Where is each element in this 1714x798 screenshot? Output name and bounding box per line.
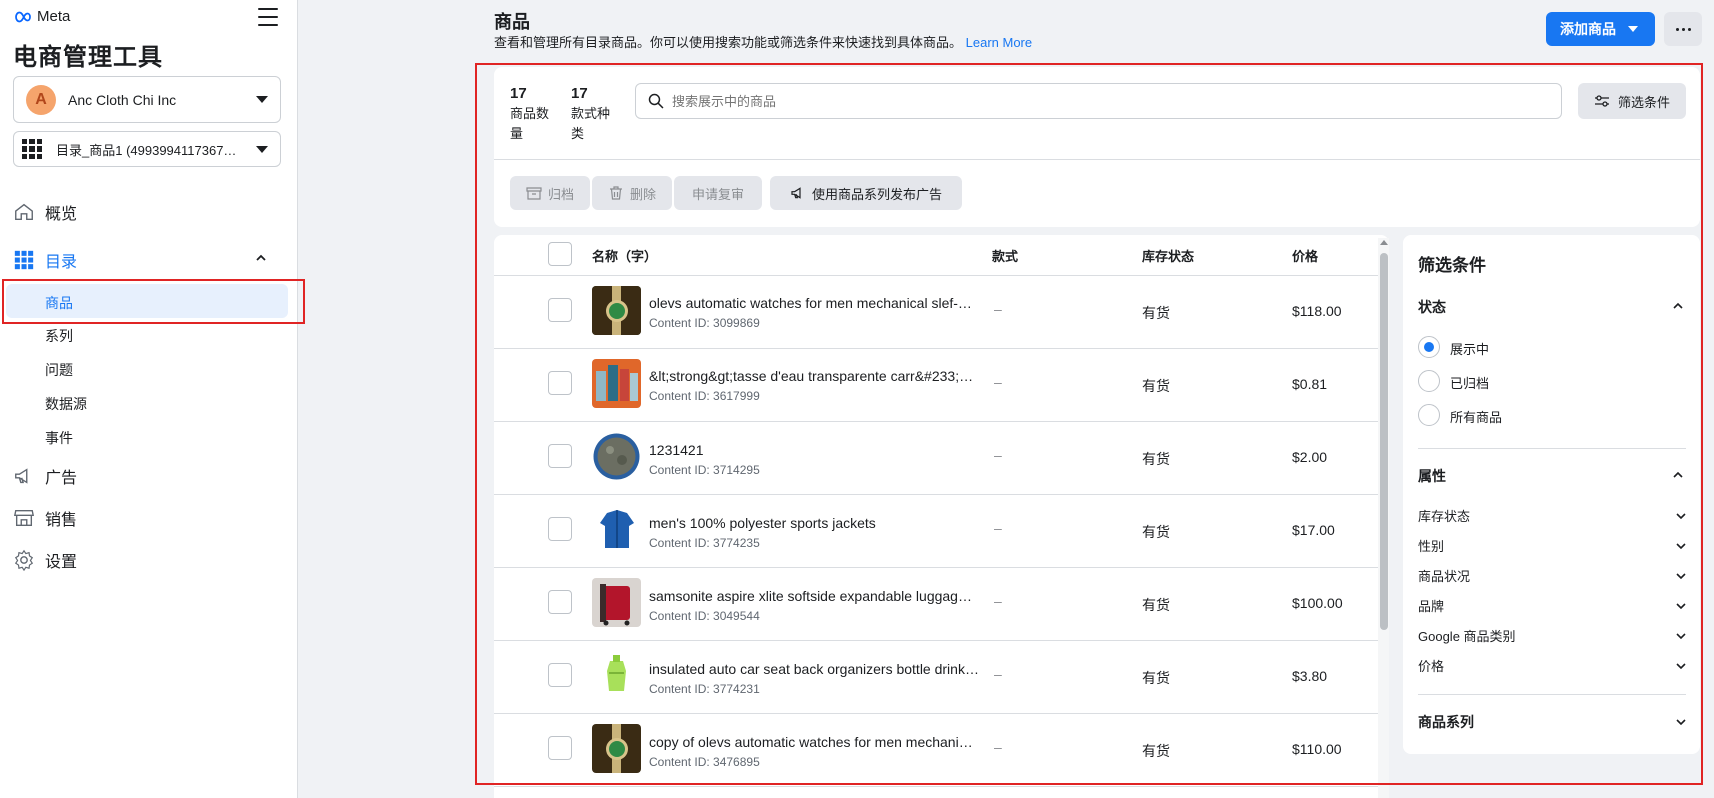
sub-item-issues[interactable]: 问题 — [45, 360, 73, 380]
learn-more-link[interactable]: Learn More — [966, 35, 1032, 50]
sub-item-datasource[interactable]: 数据源 — [45, 394, 87, 414]
page-description-text: 查看和管理所有目录商品。你可以使用搜索功能或筛选条件来快速找到具体商品。 — [494, 35, 963, 50]
catalog-grid-icon — [14, 250, 34, 270]
nav-settings-label: 设置 — [45, 554, 78, 571]
nav-catalog-label: 目录 — [45, 254, 78, 271]
add-product-button[interactable]: 添加商品 — [1546, 12, 1655, 46]
meta-logo-text: Meta — [37, 8, 71, 25]
account-avatar: A — [26, 84, 56, 115]
sub-item-events[interactable]: 事件 — [45, 428, 73, 448]
megaphone-icon — [15, 468, 28, 484]
menu-toggle-icon[interactable] — [258, 8, 278, 26]
more-options-button[interactable] — [1664, 12, 1702, 46]
add-product-label: 添加商品 — [1560, 21, 1616, 37]
nav-ads-label: 广告 — [45, 470, 78, 487]
nav-ads[interactable]: 广告 — [13, 464, 77, 488]
nav-sales[interactable]: 销售 — [13, 506, 77, 530]
catalog-selector[interactable]: 目录_商品1 (4993994117367… — [13, 131, 281, 167]
meta-infinity-icon — [15, 11, 31, 22]
caret-down-icon — [1628, 26, 1638, 32]
nav-sales-label: 销售 — [45, 512, 78, 529]
row-divider — [494, 786, 1378, 787]
sub-item-series[interactable]: 系列 — [45, 326, 73, 346]
gear-icon — [14, 549, 34, 571]
catalog-name: 目录_商品1 (4993994117367… — [56, 142, 237, 158]
caret-down-icon — [256, 145, 268, 153]
chevron-up-icon[interactable] — [256, 253, 266, 263]
nav-overview-label: 概览 — [45, 206, 78, 223]
grid-icon — [22, 139, 42, 159]
account-selector[interactable]: A Anc Cloth Chi Inc — [13, 76, 281, 123]
caret-down-icon — [256, 96, 268, 103]
nav-overview[interactable]: 概览 — [13, 200, 77, 224]
home-icon — [15, 203, 33, 221]
page-title: 商品 — [494, 12, 530, 32]
meta-logo[interactable]: Meta — [13, 8, 70, 25]
nav-settings[interactable]: 设置 — [13, 548, 77, 572]
sidebar: Meta 电商管理工具 A Anc Cloth Chi Inc 目录_商品1 (… — [0, 0, 305, 798]
account-name: Anc Cloth Chi Inc — [68, 91, 177, 108]
app-title: 电商管理工具 — [13, 44, 163, 71]
page-description: 查看和管理所有目录商品。你可以使用搜索功能或筛选条件来快速找到具体商品。 Lea… — [494, 32, 1032, 51]
nav-catalog[interactable]: 目录 — [13, 248, 77, 272]
annotation-highlight-box — [2, 279, 305, 324]
annotation-highlight-box — [475, 63, 1703, 785]
store-icon — [13, 509, 35, 527]
